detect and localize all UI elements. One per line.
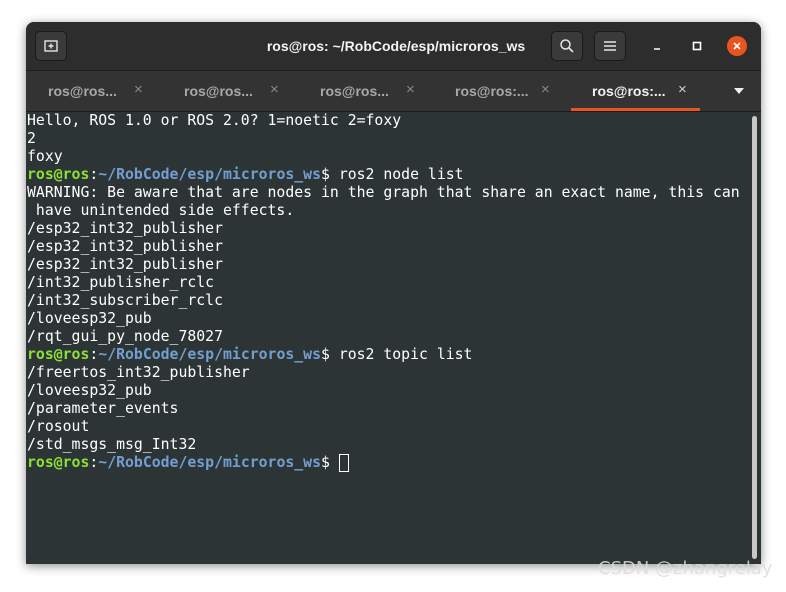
- prompt-line: ros@ros:~/RobCode/esp/microros_ws$ ros2 …: [27, 166, 740, 184]
- output-line: /parameter_events: [27, 400, 179, 417]
- close-button[interactable]: [727, 36, 747, 56]
- chevron-down-icon: [734, 88, 744, 94]
- window-title: ros@ros: ~/RobCode/esp/microros_ws: [266, 38, 526, 54]
- hamburger-menu-icon: [604, 41, 616, 51]
- search-button[interactable]: [551, 31, 583, 61]
- terminal-output[interactable]: Hello, ROS 1.0 or ROS 2.0? 1=noetic 2=fo…: [26, 112, 748, 564]
- tab-close-button[interactable]: ×: [134, 81, 143, 98]
- watermark: CSDN @zhangrelay: [598, 558, 773, 579]
- command-text: ros2 topic list: [338, 346, 473, 363]
- tab-label: ros@ros...: [184, 83, 253, 99]
- prompt-user-host: ros@ros: [27, 346, 90, 363]
- scrollbar[interactable]: [748, 112, 761, 564]
- tab-label: ros@ros:...: [455, 83, 529, 99]
- terminal-window: ros@ros: ~/RobCode/esp/microros_ws ros@r…: [26, 22, 761, 564]
- output-line: WARNING: Be aware that are nodes in the …: [27, 184, 740, 201]
- close-icon: [733, 42, 741, 50]
- output-line: /esp32_int32_publisher: [27, 256, 223, 273]
- tab-1[interactable]: ros@ros... ×: [26, 71, 162, 111]
- prompt-symbol: $: [321, 346, 339, 363]
- new-tab-button[interactable]: [35, 31, 67, 61]
- output-line: /std_msgs_msg_Int32: [27, 436, 197, 453]
- output-line: have unintended side effects.: [27, 202, 295, 219]
- tab-label: ros@ros:...: [592, 83, 666, 99]
- prompt-path: ~/RobCode/esp/microros_ws: [98, 454, 321, 471]
- output-line: foxy: [27, 148, 63, 165]
- output-line: /rosout: [27, 418, 90, 435]
- new-tab-icon: [44, 40, 58, 52]
- prompt-symbol: $: [321, 166, 339, 183]
- tab-close-button[interactable]: ×: [406, 81, 415, 98]
- maximize-button[interactable]: [687, 36, 707, 56]
- output-line: /loveesp32_pub: [27, 310, 152, 327]
- output-line: /int32_publisher_rclc: [27, 274, 215, 291]
- active-tab-indicator: [571, 108, 700, 111]
- tab-close-button[interactable]: ×: [270, 81, 279, 98]
- tab-5-active[interactable]: ros@ros:... ×: [570, 71, 706, 111]
- tab-bar: ros@ros... × ros@ros... × ros@ros... × r…: [26, 71, 761, 112]
- output-line: /int32_subscriber_rclc: [27, 292, 223, 309]
- minimize-icon: [654, 48, 660, 50]
- prompt-line: ros@ros:~/RobCode/esp/microros_ws$ ros2 …: [27, 346, 740, 364]
- title-bar: ros@ros: ~/RobCode/esp/microros_ws: [26, 22, 761, 71]
- tab-4[interactable]: ros@ros:... ×: [433, 71, 569, 111]
- output-line: /esp32_int32_publisher: [27, 238, 223, 255]
- prompt-separator: :: [89, 346, 99, 363]
- menu-button[interactable]: [594, 31, 626, 61]
- tab-label: ros@ros...: [48, 83, 117, 99]
- tab-close-button[interactable]: ×: [678, 81, 687, 98]
- prompt-separator: :: [89, 454, 99, 471]
- prompt-symbol: $: [321, 454, 339, 471]
- output-line: /rqt_gui_py_node_78027: [27, 328, 223, 345]
- prompt-path: ~/RobCode/esp/microros_ws: [98, 166, 321, 183]
- output-line: /freertos_int32_publisher: [27, 364, 250, 381]
- text-cursor: [338, 454, 349, 472]
- tab-3[interactable]: ros@ros... ×: [298, 71, 434, 111]
- prompt-user-host: ros@ros: [27, 454, 90, 471]
- tab-close-button[interactable]: ×: [541, 81, 550, 98]
- minimize-button[interactable]: [647, 36, 667, 56]
- prompt-user-host: ros@ros: [27, 166, 90, 183]
- prompt-separator: :: [89, 166, 99, 183]
- prompt-line: ros@ros:~/RobCode/esp/microros_ws$: [27, 454, 740, 472]
- output-line: /esp32_int32_publisher: [27, 220, 223, 237]
- search-icon: [560, 39, 574, 53]
- tabs-dropdown-button[interactable]: [724, 71, 754, 111]
- scrollbar-thumb[interactable]: [752, 116, 757, 559]
- prompt-path: ~/RobCode/esp/microros_ws: [98, 346, 321, 363]
- maximize-icon: [692, 41, 702, 51]
- terminal-content: Hello, ROS 1.0 or ROS 2.0? 1=noetic 2=fo…: [27, 112, 740, 472]
- command-text: ros2 node list: [338, 166, 464, 183]
- output-line: 2: [27, 130, 36, 147]
- output-line: /loveesp32_pub: [27, 382, 152, 399]
- tab-label: ros@ros...: [320, 83, 389, 99]
- output-line: Hello, ROS 1.0 or ROS 2.0? 1=noetic 2=fo…: [27, 112, 402, 129]
- tab-2[interactable]: ros@ros... ×: [162, 71, 298, 111]
